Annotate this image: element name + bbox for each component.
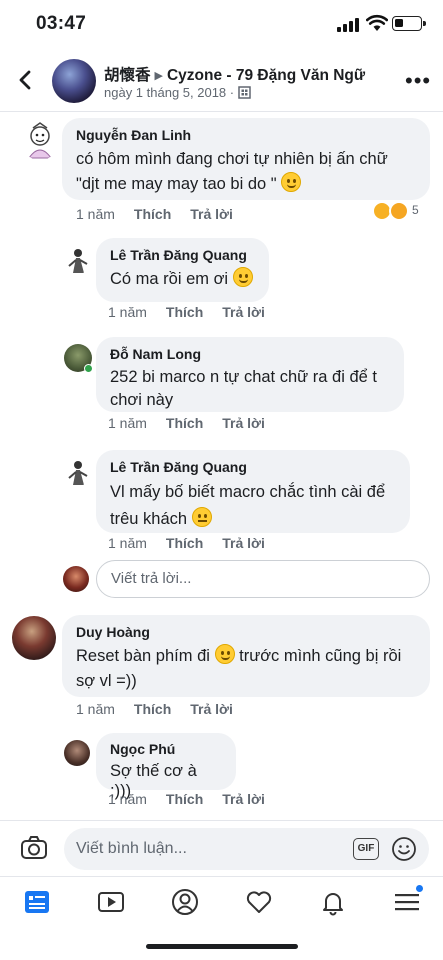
like-button[interactable]: Thích	[166, 791, 203, 807]
reply-button[interactable]: Trả lời	[222, 791, 265, 807]
commenter-name[interactable]: Duy Hoàng	[76, 624, 416, 640]
reply-button[interactable]: Trả lời	[222, 535, 265, 551]
profile-icon[interactable]	[170, 887, 200, 917]
smile-emoji-icon	[214, 644, 235, 664]
comment-composer: Viết bình luận... GIF	[0, 820, 443, 876]
dating-heart-icon[interactable]	[244, 887, 274, 917]
comment-text-part: Reset bàn phím đi	[76, 647, 210, 665]
online-status-dot	[84, 364, 93, 373]
comment-bubble: Lê Trần Đăng Quang Vl mấy bố biết macro …	[96, 450, 410, 533]
comment-text: Reset bàn phím đi trước mình cũng bị rồi…	[76, 644, 416, 694]
comment-time[interactable]: 1 năm	[76, 701, 115, 717]
reaction-count: 5	[412, 203, 419, 217]
reaction-summary[interactable]: 5	[372, 200, 432, 224]
comment-text: 252 bi marco n tự chat chữ ra đi để t ch…	[110, 368, 377, 409]
status-bar: 03:47	[0, 0, 443, 50]
comment-bubble: Ngọc Phú Sợ thế cơ à ;)))	[96, 733, 236, 800]
comment-text: có hôm mình đang chơi tự nhiên bị ấn chữ…	[76, 147, 416, 197]
news-feed-icon[interactable]	[22, 887, 52, 917]
avatar[interactable]	[20, 120, 60, 160]
cartoon-avatar-icon	[28, 122, 52, 159]
like-button[interactable]: Thích	[166, 415, 203, 431]
avatar[interactable]	[12, 616, 56, 660]
like-button[interactable]: Thích	[134, 701, 171, 717]
comment-bubble: Duy Hoàng Reset bàn phím đi trước mình c…	[62, 615, 430, 697]
author-avatar[interactable]	[52, 59, 96, 103]
comment-time[interactable]: 1 năm	[108, 791, 147, 807]
comment-text: Vl mấy bố biết macro chắc tình cài để tr…	[110, 479, 396, 533]
battery-level	[395, 19, 403, 27]
figure-avatar-icon	[68, 249, 88, 273]
notifications-bell-icon[interactable]	[318, 887, 348, 917]
comment-bubble: Đỗ Nam Long 252 bi marco n tự chat chữ r…	[96, 337, 404, 412]
comment-time[interactable]: 1 năm	[108, 304, 147, 320]
comment-bubble: Nguyễn Đan Linh có hôm mình đang chơi tự…	[62, 118, 430, 200]
comment-time[interactable]: 1 năm	[108, 535, 147, 551]
comment-bubble: Lê Trần Đăng Quang Có ma rồi em ơi	[96, 238, 269, 302]
more-options-icon[interactable]: •••	[405, 70, 431, 92]
reply-input[interactable]: Viết trả lời...	[96, 560, 430, 598]
post-title: 胡懷香 ▶ Cyzone - 79 Đặng Văn Ngữ	[104, 63, 365, 85]
back-icon[interactable]	[14, 68, 38, 92]
comment-input[interactable]: Viết bình luận... GIF	[64, 828, 429, 870]
sad-reaction-icon	[389, 201, 409, 221]
like-button[interactable]: Thích	[134, 206, 171, 222]
figure-avatar-icon	[68, 461, 88, 485]
like-button[interactable]: Thích	[166, 304, 203, 320]
comment-placeholder: Viết bình luận...	[76, 840, 187, 857]
smile-emoji-icon	[281, 172, 302, 192]
wifi-icon	[366, 14, 388, 31]
comment-text: Có ma rồi em ơi	[110, 267, 255, 292]
grimace-emoji-icon	[191, 507, 212, 527]
battery-icon	[392, 16, 426, 31]
bottom-tab-bar	[0, 876, 443, 926]
page-name[interactable]: Cyzone - 79 Đặng Văn Ngữ	[167, 67, 365, 84]
signal-icon	[337, 18, 361, 32]
comment-actions: 1 năm Thích Trả lời	[76, 701, 252, 717]
like-button[interactable]: Thích	[166, 535, 203, 551]
avatar[interactable]	[64, 458, 92, 486]
grin-emoji-icon	[232, 267, 253, 287]
comment-actions: 1 năm Thích Trả lời	[108, 535, 284, 551]
commenter-name[interactable]: Lê Trần Đăng Quang	[110, 247, 255, 263]
post-header: 胡懷香 ▶ Cyzone - 79 Đặng Văn Ngữ ngày 1 thán…	[0, 50, 443, 112]
author-name[interactable]: 胡懷香	[104, 67, 151, 84]
gif-button[interactable]: GIF	[353, 838, 379, 860]
commenter-name[interactable]: Lê Trần Đăng Quang	[110, 459, 396, 475]
comment-actions: 1 năm Thích Trả lời	[76, 206, 252, 222]
reply-button[interactable]: Trả lời	[222, 304, 265, 320]
post-meta: ngày 1 tháng 5, 2018 ·	[104, 85, 251, 100]
reply-button[interactable]: Trả lời	[190, 206, 233, 222]
comment-text-body: Có ma rồi em ơi	[110, 270, 229, 288]
commenter-name[interactable]: Nguyễn Đan Linh	[76, 127, 416, 143]
reply-placeholder: Viết trả lời...	[111, 570, 192, 587]
commenter-name[interactable]: Ngọc Phú	[110, 741, 222, 757]
comment-actions: 1 năm Thích Trả lời	[108, 304, 284, 320]
reply-button[interactable]: Trả lời	[222, 415, 265, 431]
comment-actions: 1 năm Thích Trả lời	[108, 791, 284, 807]
reply-button[interactable]: Trả lời	[190, 701, 233, 717]
comment-text-body: Vl mấy bố biết macro chắc tình cài để tr…	[110, 483, 386, 528]
commenter-name[interactable]: Đỗ Nam Long	[110, 346, 390, 362]
post-date[interactable]: ngày 1 tháng 5, 2018	[104, 85, 226, 100]
my-avatar	[63, 566, 89, 592]
comment-time[interactable]: 1 năm	[108, 415, 147, 431]
checkin-icon	[238, 86, 251, 99]
comment-actions: 1 năm Thích Trả lời	[108, 415, 284, 431]
meta-separator: ·	[229, 85, 235, 100]
comment-time[interactable]: 1 năm	[76, 206, 115, 222]
watch-icon[interactable]	[96, 887, 126, 917]
avatar[interactable]	[64, 740, 90, 766]
comment-text-body: có hôm mình đang chơi tự nhiên bị ấn chữ…	[76, 150, 388, 193]
emoji-icon[interactable]	[391, 836, 417, 862]
home-indicator	[146, 944, 298, 949]
menu-badge-dot	[416, 885, 423, 892]
camera-icon[interactable]	[20, 835, 48, 861]
status-time: 03:47	[36, 13, 87, 34]
avatar[interactable]	[64, 246, 92, 274]
triangle-right-icon: ▶	[154, 70, 163, 82]
